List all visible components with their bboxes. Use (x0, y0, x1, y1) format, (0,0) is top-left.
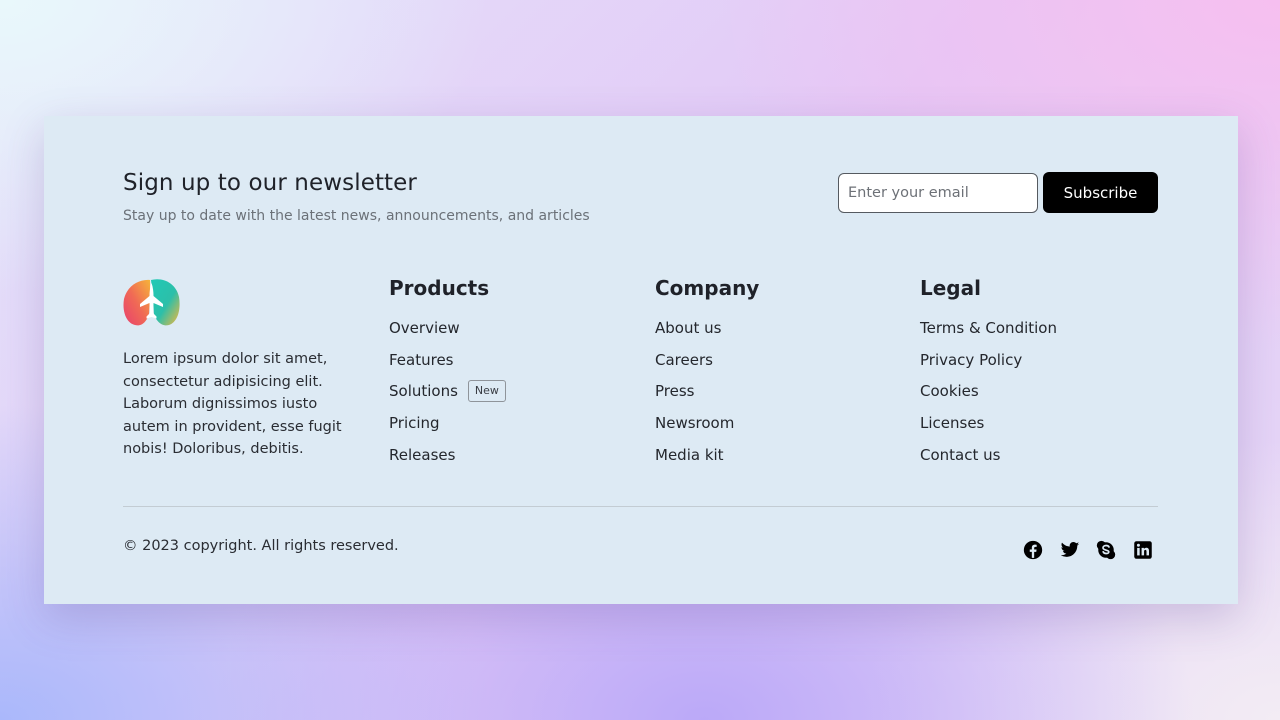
link-overview[interactable]: Overview (389, 318, 460, 338)
link-releases[interactable]: Releases (389, 445, 455, 465)
list-item: Releases (389, 445, 506, 477)
newsletter-title: Sign up to our newsletter (123, 170, 417, 196)
link-terms[interactable]: Terms & Condition (920, 318, 1057, 338)
footer-column-legal: Legal Terms & Condition Privacy Policy C… (920, 275, 1057, 476)
brand-logo (123, 279, 180, 326)
link-about-us[interactable]: About us (655, 318, 721, 338)
link-media-kit[interactable]: Media kit (655, 445, 724, 465)
newsletter-subtitle: Stay up to date with the latest news, an… (123, 208, 590, 224)
list-item: About us (655, 318, 759, 350)
list-item: Licenses (920, 413, 1057, 445)
list-item: Press (655, 381, 759, 413)
footer-divider (123, 506, 1158, 507)
link-press[interactable]: Press (655, 381, 694, 401)
link-cookies[interactable]: Cookies (920, 381, 979, 401)
skype-icon[interactable] (1096, 540, 1116, 560)
footer-card: Sign up to our newsletter Stay up to dat… (44, 116, 1238, 604)
link-privacy-policy[interactable]: Privacy Policy (920, 350, 1022, 370)
footer-column-company: Company About us Careers Press Newsroom … (655, 275, 759, 476)
list-item: Solutions New (389, 380, 506, 413)
link-solutions[interactable]: Solutions (389, 381, 458, 401)
list-item: Overview (389, 318, 506, 350)
column-title-company: Company (655, 276, 760, 300)
list-item: Cookies (920, 381, 1057, 413)
facebook-icon[interactable] (1023, 540, 1043, 560)
column-title-legal: Legal (920, 276, 981, 300)
twitter-icon[interactable] (1060, 540, 1080, 560)
list-item: Careers (655, 350, 759, 382)
subscribe-button[interactable]: Subscribe (1043, 172, 1158, 213)
footer-column-products: Products Overview Features Solutions New … (389, 275, 506, 476)
column-title-products: Products (389, 276, 490, 300)
list-item: Pricing (389, 413, 506, 445)
link-newsroom[interactable]: Newsroom (655, 413, 734, 433)
list-item: Contact us (920, 445, 1057, 477)
list-item: Terms & Condition (920, 318, 1057, 350)
link-pricing[interactable]: Pricing (389, 413, 440, 433)
newsletter-form: Subscribe (838, 172, 1158, 213)
brand-description: Lorem ipsum dolor sit amet, consectetur … (123, 351, 342, 457)
list-item: Newsroom (655, 413, 759, 445)
email-input[interactable] (838, 172, 1038, 213)
list-item: Features (389, 350, 506, 382)
list-item: Media kit (655, 445, 759, 477)
linkedin-icon[interactable] (1133, 540, 1153, 560)
link-licenses[interactable]: Licenses (920, 413, 984, 433)
link-careers[interactable]: Careers (655, 350, 713, 370)
list-item: Privacy Policy (920, 350, 1057, 382)
copyright-text: © 2023 copyright. All rights reserved. (123, 538, 399, 554)
social-links (1023, 540, 1153, 560)
new-badge: New (467, 380, 506, 403)
link-features[interactable]: Features (389, 350, 454, 370)
link-contact-us[interactable]: Contact us (920, 445, 1000, 465)
